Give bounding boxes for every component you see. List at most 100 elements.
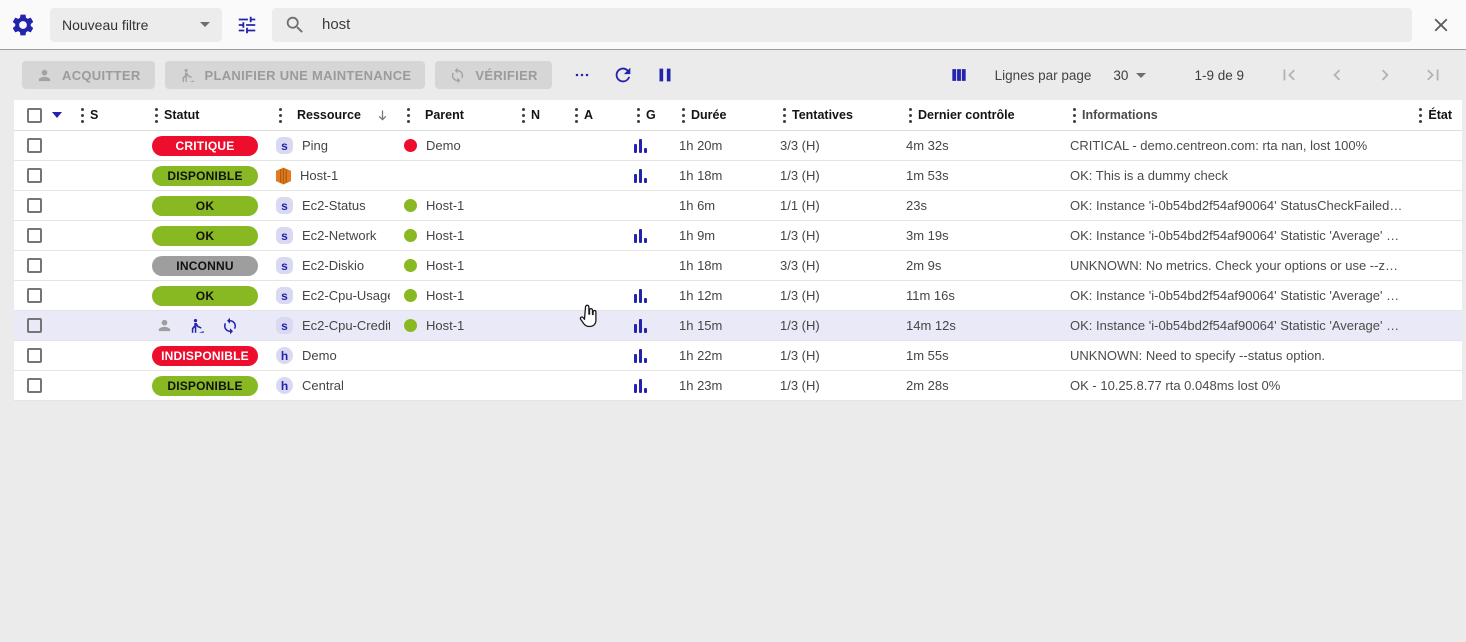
resource-cell[interactable]: s Ec2-Status	[262, 197, 390, 214]
resource-name[interactable]: Ec2-Status	[302, 198, 366, 213]
resource-name[interactable]: Ping	[302, 138, 328, 153]
parent-cell[interactable]: Host-1	[390, 228, 515, 243]
bar-chart-icon[interactable]	[634, 349, 647, 363]
table-row[interactable]: OK s Ec2-Cpu-Usage Host-1 1h 12m 1/3 (H)…	[14, 281, 1462, 311]
drag-handle-icon[interactable]	[682, 108, 685, 123]
saved-filter-select[interactable]: Nouveau filtre	[50, 8, 222, 42]
row-checkbox[interactable]	[27, 378, 42, 393]
resource-name[interactable]: Ec2-Cpu-Credit	[302, 318, 390, 333]
tune-filters-icon[interactable]	[236, 14, 258, 36]
resource-cell[interactable]: s Ec2-Diskio	[262, 257, 390, 274]
row-checkbox[interactable]	[27, 288, 42, 303]
bar-chart-icon[interactable]	[634, 289, 647, 303]
parent-cell[interactable]: Demo	[390, 138, 515, 153]
resource-name[interactable]: Ec2-Diskio	[302, 258, 364, 273]
close-icon[interactable]	[1430, 14, 1452, 36]
resource-name[interactable]: Central	[302, 378, 344, 393]
drag-handle-icon[interactable]	[637, 108, 640, 123]
drag-handle-icon[interactable]	[279, 108, 282, 123]
column-header-n[interactable]: N	[515, 108, 568, 123]
check-now-icon[interactable]	[221, 317, 239, 335]
resource-cell[interactable]: s Ec2-Cpu-Credit	[262, 317, 390, 334]
column-header-last[interactable]: Dernier contrôle	[897, 108, 1049, 123]
drag-handle-icon[interactable]	[407, 108, 410, 123]
drag-handle-icon[interactable]	[575, 108, 578, 123]
drag-handle-icon[interactable]	[909, 108, 912, 123]
column-header-a[interactable]: A	[568, 108, 622, 123]
gear-icon[interactable]	[10, 12, 36, 38]
bar-chart-icon[interactable]	[634, 379, 647, 393]
row-checkbox[interactable]	[27, 348, 42, 363]
column-header-info[interactable]: Informations	[1049, 108, 1405, 123]
column-header-resource[interactable]: Ressource	[262, 108, 390, 123]
table-row[interactable]: OK s Ec2-Network Host-1 1h 9m 1/3 (H) 3m…	[14, 221, 1462, 251]
parent-cell[interactable]: Host-1	[390, 318, 515, 333]
drag-handle-icon[interactable]	[155, 108, 158, 123]
resource-cell[interactable]: s Ec2-Cpu-Usage	[262, 287, 390, 304]
column-header-duree[interactable]: Durée	[665, 108, 772, 123]
resource-name[interactable]: Ec2-Cpu-Usage	[302, 288, 390, 303]
maintenance-icon[interactable]	[188, 317, 206, 335]
last-page-icon[interactable]	[1422, 64, 1444, 86]
bar-chart-icon[interactable]	[634, 169, 647, 183]
drag-handle-icon[interactable]	[1419, 108, 1422, 123]
table-row[interactable]: CRITIQUE s Ping Demo 1h 20m 3/3 (H) 4m 3…	[14, 131, 1462, 161]
bar-chart-icon[interactable]	[634, 319, 647, 333]
resource-name[interactable]: Host-1	[300, 168, 338, 183]
more-options-icon[interactable]	[568, 61, 596, 89]
parent-cell[interactable]: Host-1	[390, 258, 515, 273]
bar-chart-icon[interactable]	[634, 229, 647, 243]
resource-name[interactable]: Ec2-Network	[302, 228, 376, 243]
plan-maintenance-button[interactable]: PLANIFIER UNE MAINTENANCE	[165, 61, 426, 89]
check-button[interactable]: VÉRIFIER	[435, 61, 551, 89]
previous-page-icon[interactable]	[1326, 64, 1348, 86]
table-row[interactable]: DISPONIBLE h Central 1h 23m 1/3 (H) 2m 2…	[14, 371, 1462, 401]
row-checkbox[interactable]	[27, 138, 42, 153]
table-row[interactable]: s Ec2-Cpu-Credit Host-1 1h 15m 1/3 (H) 1…	[14, 311, 1462, 341]
table-row[interactable]: OK s Ec2-Status Host-1 1h 6m 1/1 (H) 23s…	[14, 191, 1462, 221]
drag-handle-icon[interactable]	[81, 108, 84, 123]
drag-handle-icon[interactable]	[783, 108, 786, 123]
parent-cell[interactable]: Host-1	[390, 288, 515, 303]
column-header-s[interactable]: S	[74, 108, 148, 123]
first-page-icon[interactable]	[1278, 64, 1300, 86]
resource-name[interactable]: Demo	[302, 348, 337, 363]
search-input[interactable]	[320, 15, 1400, 34]
resource-cell[interactable]: h Demo	[262, 347, 390, 364]
view-columns-icon[interactable]	[945, 61, 973, 89]
select-all-checkbox[interactable]	[27, 108, 42, 123]
drag-handle-icon[interactable]	[522, 108, 525, 123]
acknowledge-icon[interactable]	[156, 317, 173, 334]
refresh-icon[interactable]	[608, 60, 638, 90]
table-row[interactable]: DISPONIBLE Host-1 1h 18m 1/3 (H) 1m 53s …	[14, 161, 1462, 191]
bar-chart-icon[interactable]	[634, 139, 647, 153]
table-row[interactable]: INCONNU s Ec2-Diskio Host-1 1h 18m 3/3 (…	[14, 251, 1462, 281]
row-checkbox[interactable]	[27, 198, 42, 213]
column-header-statut[interactable]: Statut	[148, 108, 262, 123]
parent-cell[interactable]: Host-1	[390, 198, 515, 213]
next-page-icon[interactable]	[1374, 64, 1396, 86]
drag-handle-icon[interactable]	[1073, 108, 1076, 123]
column-header-parent[interactable]: Parent	[390, 108, 515, 123]
resource-cell[interactable]: s Ping	[262, 137, 390, 154]
status-cell: CRITIQUE	[148, 136, 262, 156]
column-header-g[interactable]: G	[622, 108, 665, 123]
row-checkbox[interactable]	[27, 318, 42, 333]
graph-cell	[622, 169, 665, 183]
resource-cell[interactable]: h Central	[262, 377, 390, 394]
resource-type-chip: s	[276, 287, 293, 304]
resource-cell[interactable]: Host-1	[262, 167, 390, 185]
sort-desc-icon[interactable]	[375, 108, 390, 123]
row-checkbox[interactable]	[27, 228, 42, 243]
table-row[interactable]: INDISPONIBLE h Demo 1h 22m 1/3 (H) 1m 55…	[14, 341, 1462, 371]
row-checkbox[interactable]	[27, 168, 42, 183]
selection-menu-caret-icon[interactable]	[52, 112, 62, 118]
resource-cell[interactable]: s Ec2-Network	[262, 227, 390, 244]
acknowledge-button[interactable]: ACQUITTER	[22, 61, 155, 89]
pause-icon[interactable]	[650, 60, 680, 90]
column-header-tent[interactable]: Tentatives	[772, 108, 897, 123]
row-checkbox[interactable]	[27, 258, 42, 273]
search-box[interactable]	[272, 8, 1412, 42]
column-header-etat[interactable]: État	[1405, 108, 1462, 123]
page-size-select[interactable]: 30	[1113, 68, 1146, 83]
